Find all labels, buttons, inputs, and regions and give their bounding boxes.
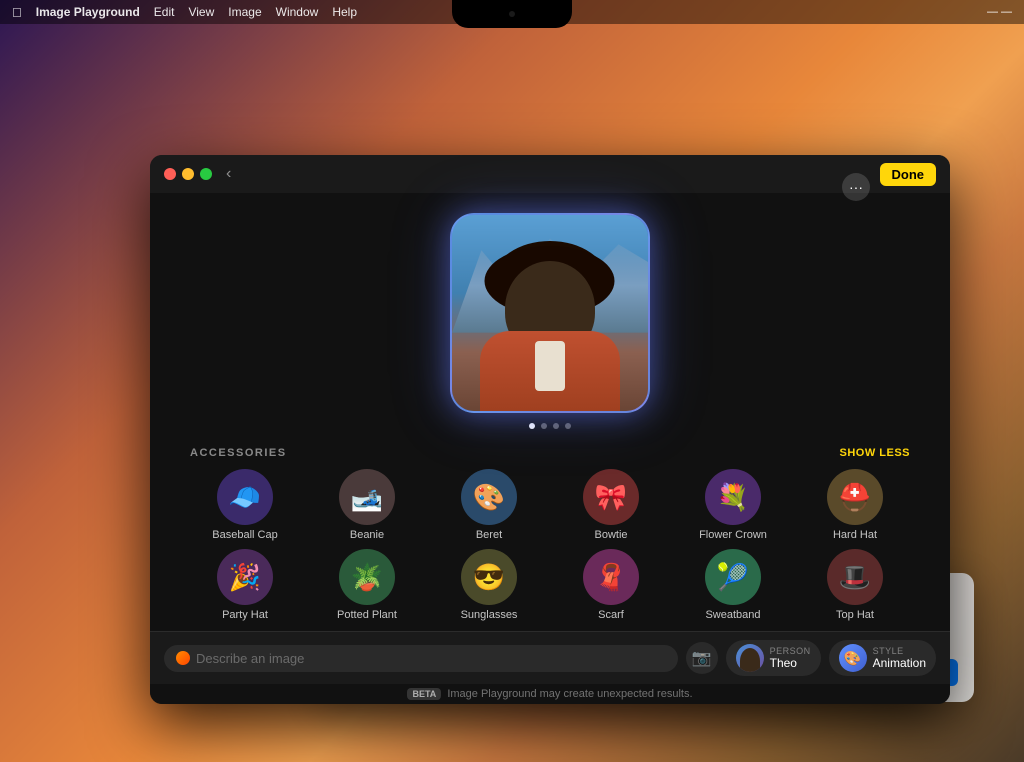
close-window-button[interactable]	[164, 168, 176, 180]
sweatband-label: Sweatband	[705, 609, 760, 621]
more-options-button[interactable]: ···	[842, 173, 870, 201]
menu-bar-right: — —	[987, 6, 1012, 18]
accessory-hard-hat[interactable]: ⛑️ Hard Hat	[800, 469, 910, 541]
top-hat-label: Top Hat	[836, 609, 874, 621]
beta-bar: BETA Image Playground may create unexpec…	[150, 684, 950, 704]
generated-image[interactable]	[450, 213, 650, 413]
camera-button[interactable]: 📷	[686, 642, 718, 674]
menu-help[interactable]: Help	[332, 5, 357, 19]
menu-image[interactable]: Image	[228, 5, 261, 19]
accessory-party-hat[interactable]: 🎉 Party Hat	[190, 549, 300, 621]
back-button[interactable]: ‹	[226, 165, 231, 183]
menu-bar-status: — —	[987, 6, 1012, 18]
accessories-section: ACCESSORIES SHOW LESS 🧢 Baseball Cap 🎿 B…	[150, 439, 950, 631]
flower-crown-label: Flower Crown	[699, 529, 767, 541]
app-window: ‹ Done ···	[150, 155, 950, 704]
flower-crown-icon: 💐	[705, 469, 761, 525]
accessories-grid: 🧢 Baseball Cap 🎿 Beanie 🎨 Beret 🎀 Bowtie…	[190, 469, 910, 621]
sweatband-icon: 🎾	[705, 549, 761, 605]
accessory-top-hat[interactable]: 🎩 Top Hat	[800, 549, 910, 621]
minimize-window-button[interactable]	[182, 168, 194, 180]
camera-dot	[509, 11, 515, 17]
page-dot-4[interactable]	[565, 423, 571, 429]
potted-plant-label: Potted Plant	[337, 609, 397, 621]
menu-view[interactable]: View	[188, 5, 214, 19]
person-name: Theo	[770, 656, 811, 670]
page-dots	[529, 423, 571, 429]
party-hat-icon: 🎉	[217, 549, 273, 605]
bowtie-icon: 🎀	[583, 469, 639, 525]
top-hat-icon: 🎩	[827, 549, 883, 605]
accessory-beret[interactable]: 🎨 Beret	[434, 469, 544, 541]
accessories-title: ACCESSORIES	[190, 447, 287, 459]
accessory-beanie[interactable]: 🎿 Beanie	[312, 469, 422, 541]
menu-bar-left:  Image Playground Edit View Image Windo…	[12, 5, 357, 20]
accessory-flower-crown[interactable]: 💐 Flower Crown	[678, 469, 788, 541]
party-hat-label: Party Hat	[222, 609, 268, 621]
style-icon: 🎨	[839, 644, 867, 672]
search-input-container[interactable]: Describe an image	[164, 645, 678, 672]
scarf-label: Scarf	[598, 609, 624, 621]
person-jacket	[480, 331, 620, 411]
accessory-sweatband[interactable]: 🎾 Sweatband	[678, 549, 788, 621]
sunglasses-icon: 😎	[461, 549, 517, 605]
window-titlebar: ‹ Done	[150, 155, 950, 193]
style-name: Animation	[873, 656, 926, 670]
sunglasses-label: Sunglasses	[461, 609, 518, 621]
bowtie-label: Bowtie	[594, 529, 627, 541]
style-pill-info: STYLE Animation	[873, 646, 926, 670]
accessory-baseball-cap[interactable]: 🧢 Baseball Cap	[190, 469, 300, 541]
style-pill[interactable]: 🎨 STYLE Animation	[829, 640, 936, 676]
hard-hat-icon: ⛑️	[827, 469, 883, 525]
menu-app-name[interactable]: Image Playground	[36, 5, 140, 19]
page-dot-1[interactable]	[529, 423, 535, 429]
menu-window[interactable]: Window	[276, 5, 319, 19]
maximize-window-button[interactable]	[200, 168, 212, 180]
baseball-cap-label: Baseball Cap	[212, 529, 277, 541]
apple-logo-icon[interactable]: 	[12, 5, 22, 20]
person-label: PERSON	[770, 646, 811, 656]
search-placeholder: Describe an image	[196, 651, 304, 666]
accessory-sunglasses[interactable]: 😎 Sunglasses	[434, 549, 544, 621]
page-dot-2[interactable]	[541, 423, 547, 429]
beret-label: Beret	[476, 529, 502, 541]
accessory-scarf[interactable]: 🧣 Scarf	[556, 549, 666, 621]
style-label: STYLE	[873, 646, 926, 656]
beta-text: Image Playground may create unexpected r…	[447, 688, 692, 700]
bottom-bar: Describe an image 📷 PERSON Theo 🎨 STYLE …	[150, 631, 950, 684]
beta-badge: BETA	[407, 688, 441, 700]
menu-edit[interactable]: Edit	[154, 5, 175, 19]
camera-notch	[452, 0, 572, 28]
window-content: ···	[150, 193, 950, 631]
scarf-icon: 🧣	[583, 549, 639, 605]
done-button[interactable]: Done	[880, 163, 937, 186]
hard-hat-label: Hard Hat	[833, 529, 877, 541]
beanie-icon: 🎿	[339, 469, 395, 525]
accessory-bowtie[interactable]: 🎀 Bowtie	[556, 469, 666, 541]
search-icon	[176, 651, 190, 665]
image-area: ···	[150, 193, 950, 439]
person-avatar	[736, 644, 764, 672]
accessories-header: ACCESSORIES SHOW LESS	[190, 447, 910, 459]
show-less-button[interactable]: SHOW LESS	[839, 447, 910, 459]
beret-icon: 🎨	[461, 469, 517, 525]
beanie-label: Beanie	[350, 529, 384, 541]
baseball-cap-icon: 🧢	[217, 469, 273, 525]
person-pill-info: PERSON Theo	[770, 646, 811, 670]
generated-image-container	[450, 213, 650, 413]
potted-plant-icon: 🪴	[339, 549, 395, 605]
person-pill[interactable]: PERSON Theo	[726, 640, 821, 676]
traffic-lights	[164, 168, 212, 180]
accessory-potted-plant[interactable]: 🪴 Potted Plant	[312, 549, 422, 621]
avatar-person	[740, 648, 760, 672]
page-dot-3[interactable]	[553, 423, 559, 429]
